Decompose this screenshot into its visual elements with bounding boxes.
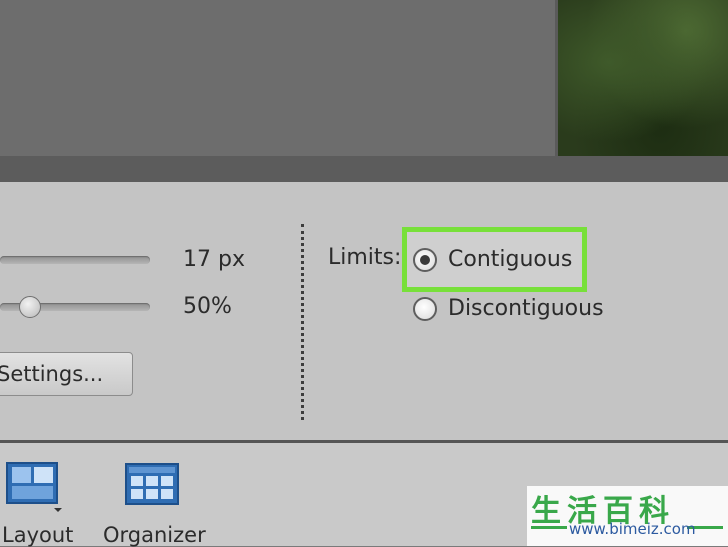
tool-options-panel: 17 px 50% Settings... Limits: Contiguous…: [0, 182, 728, 440]
photo-preview[interactable]: [558, 0, 728, 156]
discontiguous-label[interactable]: Discontiguous: [448, 296, 604, 321]
contiguous-label[interactable]: Contiguous: [448, 247, 572, 272]
watermark-url: www.bimeiz.com: [569, 520, 696, 538]
watermark-rule-left: [531, 526, 567, 529]
options-divider: [301, 224, 304, 420]
watermark-logo: 生活百科 www.bimeiz.com: [527, 486, 728, 546]
tolerance-value: 50%: [183, 294, 232, 319]
radio-selected-dot: [420, 255, 430, 265]
layout-label[interactable]: Layout: [2, 523, 73, 547]
layout-icon[interactable]: [6, 461, 64, 517]
organizer-label[interactable]: Organizer: [103, 523, 206, 547]
size-value: 17 px: [183, 247, 245, 272]
contiguous-radio[interactable]: [413, 248, 437, 272]
tolerance-slider[interactable]: [0, 296, 150, 318]
organizer-icon[interactable]: [125, 463, 181, 513]
panel-separator: [0, 156, 728, 182]
discontiguous-radio[interactable]: [413, 297, 437, 321]
tolerance-slider-thumb[interactable]: [19, 296, 41, 318]
size-slider[interactable]: [0, 256, 150, 264]
image-canvas[interactable]: [0, 0, 728, 156]
settings-button[interactable]: Settings...: [0, 352, 133, 396]
limits-label: Limits:: [328, 245, 402, 270]
